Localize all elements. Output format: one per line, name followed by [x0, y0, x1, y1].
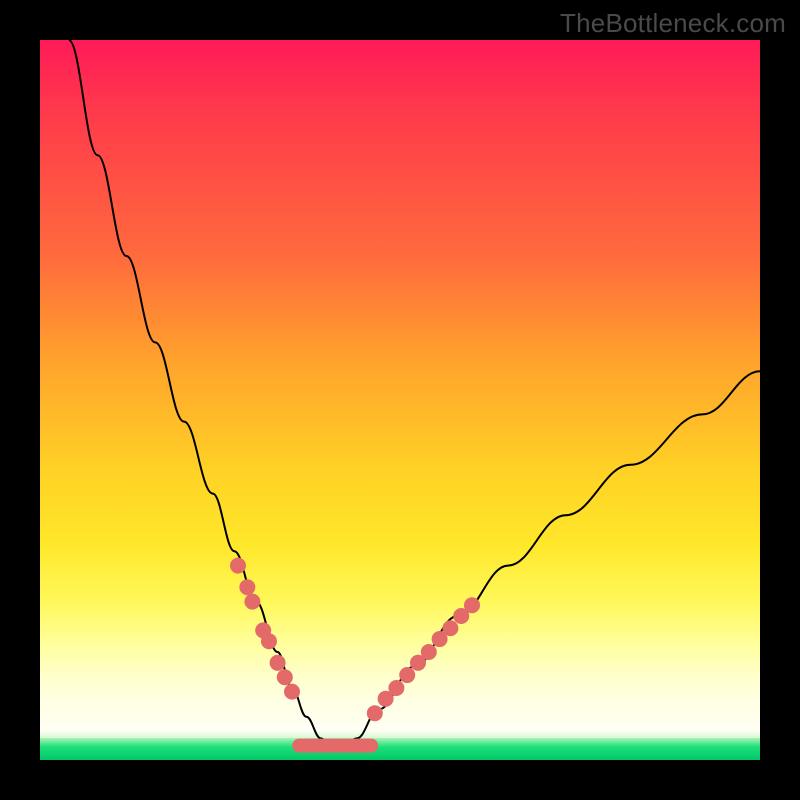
watermark-text: TheBottleneck.com: [560, 8, 786, 39]
bottleneck-curve: [69, 40, 760, 749]
data-marker: [244, 594, 260, 610]
data-marker: [442, 620, 458, 636]
data-marker: [421, 644, 437, 660]
data-marker: [284, 684, 300, 700]
data-marker: [230, 558, 246, 574]
data-marker: [270, 655, 286, 671]
curve-layer: [40, 40, 760, 760]
left-descent-markers: [230, 558, 300, 700]
data-marker: [277, 669, 293, 685]
right-ascent-markers: [367, 597, 480, 721]
data-marker: [388, 680, 404, 696]
chart-frame: TheBottleneck.com: [0, 0, 800, 800]
data-marker: [261, 633, 277, 649]
data-marker: [239, 579, 255, 595]
data-marker: [464, 597, 480, 613]
data-marker: [367, 705, 383, 721]
plot-area: [40, 40, 760, 760]
data-marker: [399, 667, 415, 683]
